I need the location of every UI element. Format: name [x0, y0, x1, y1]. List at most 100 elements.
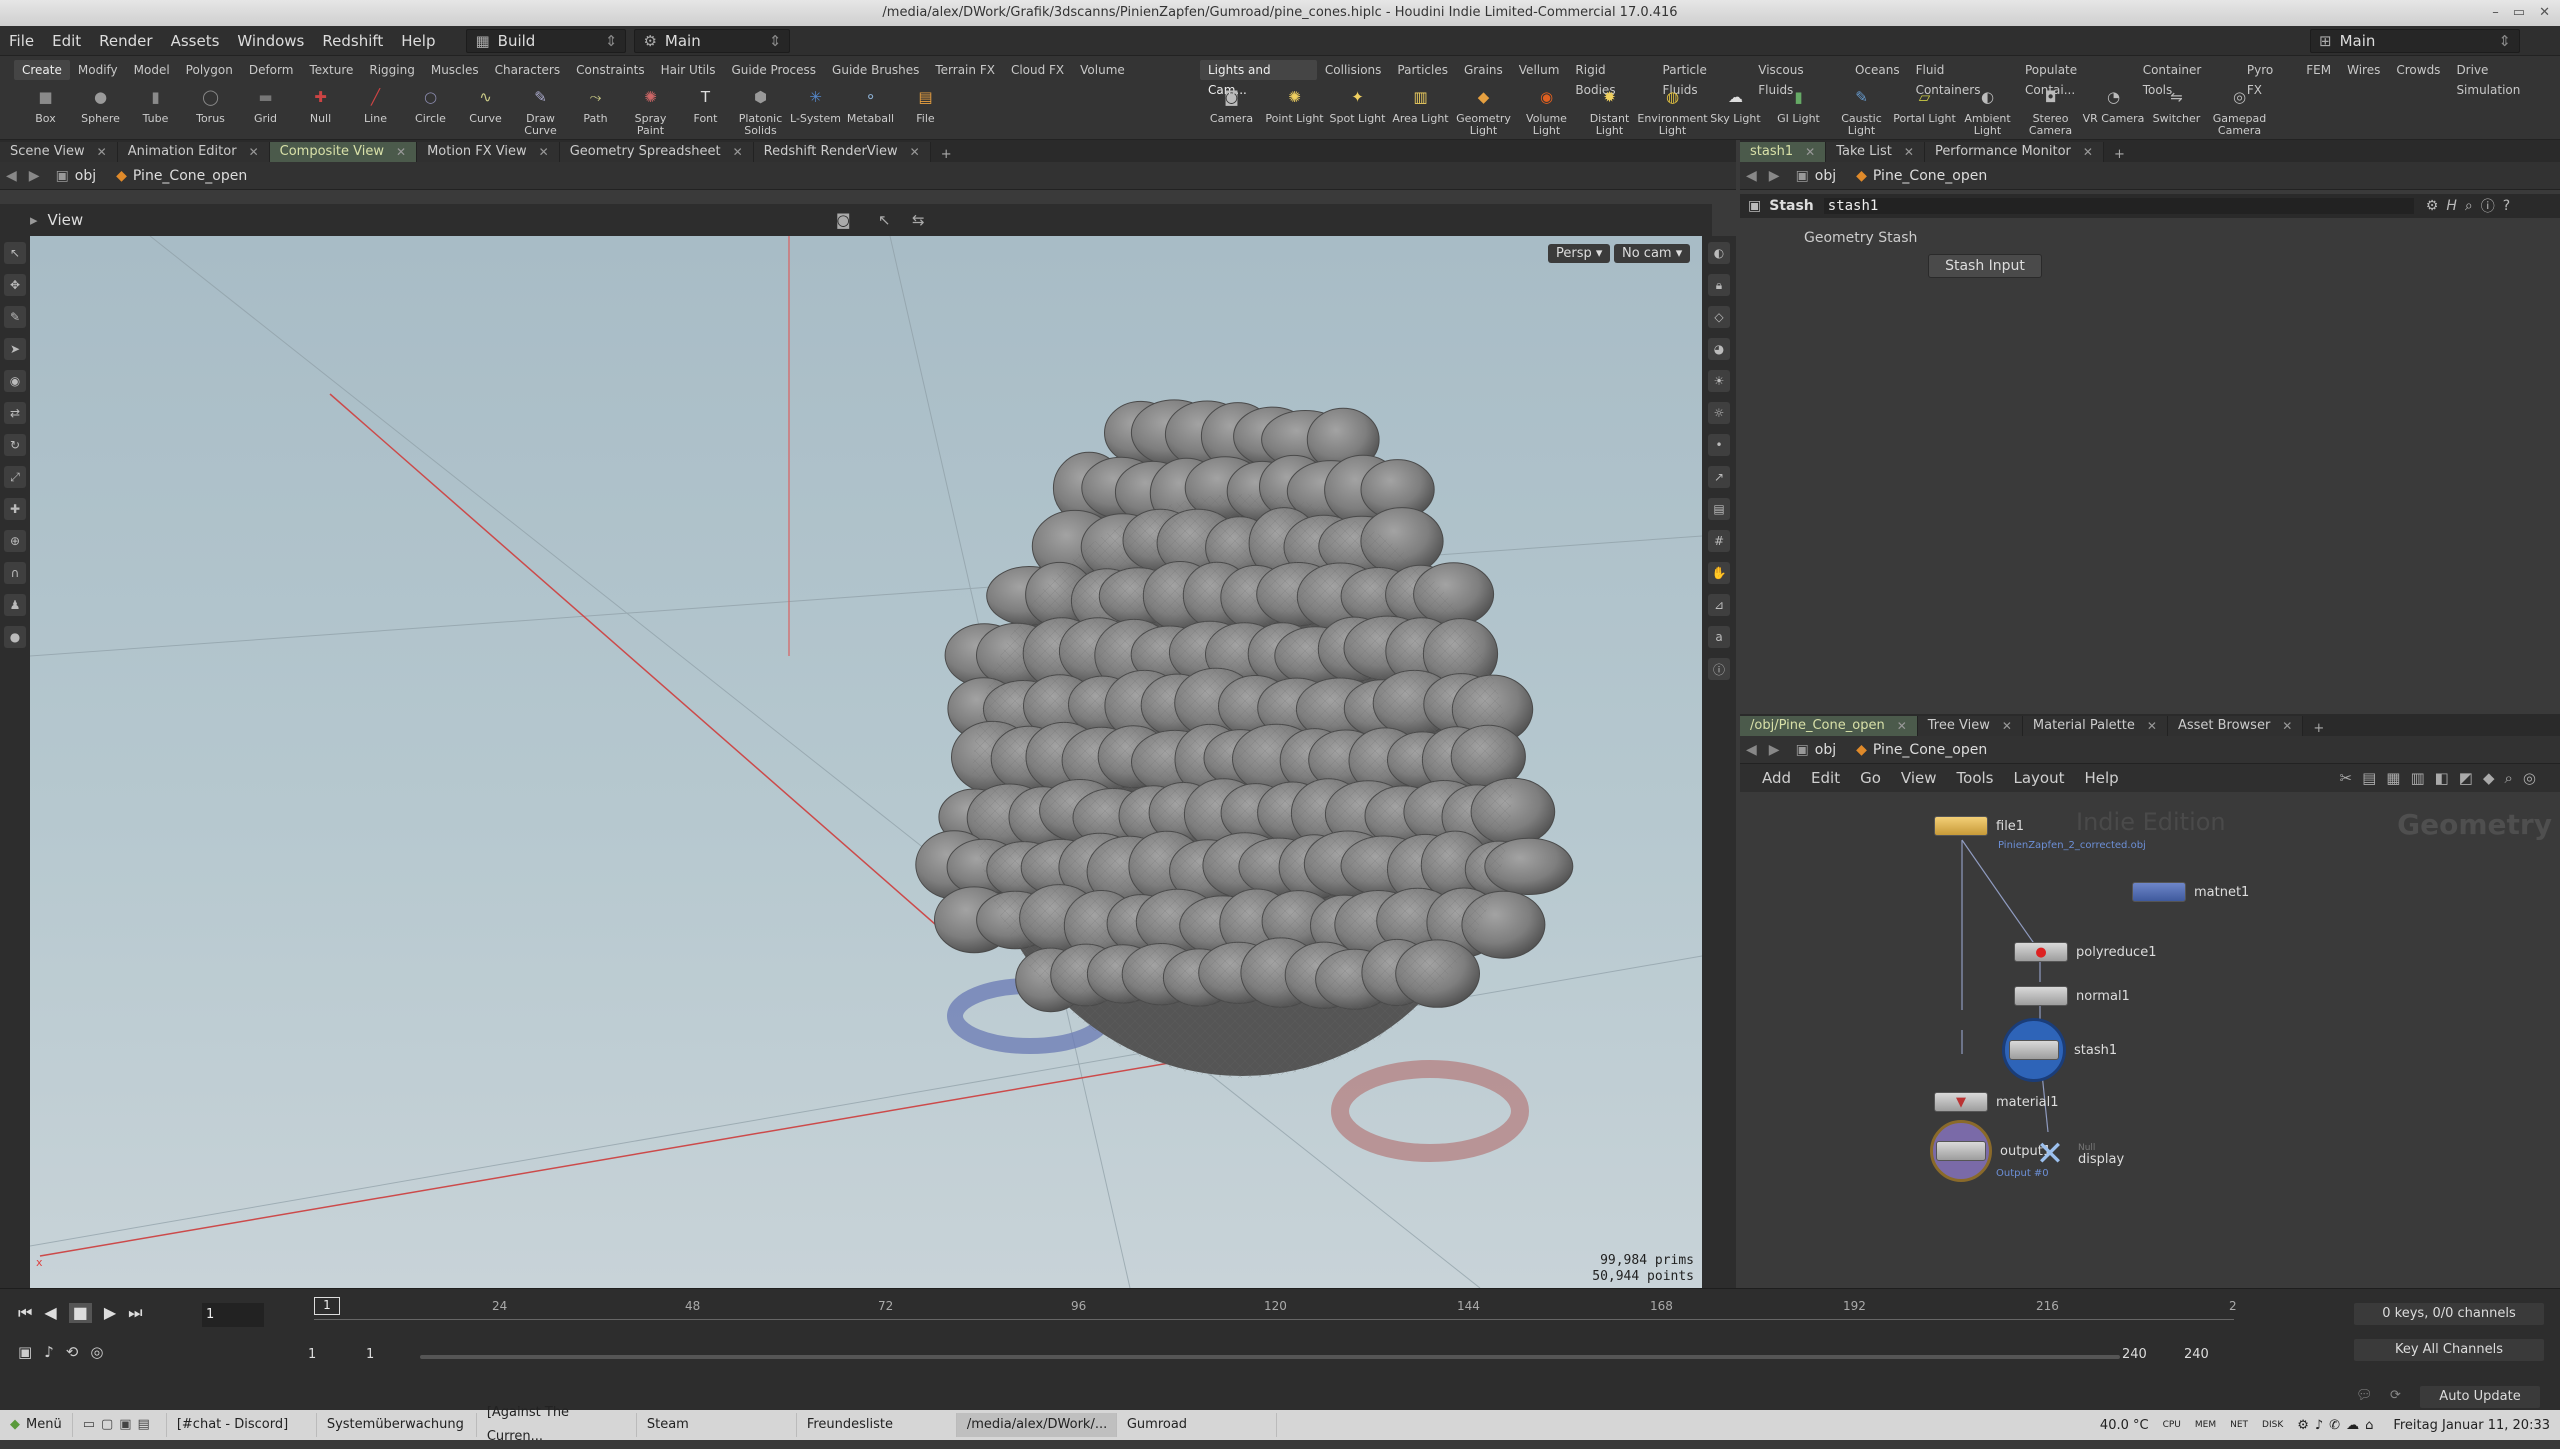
shelf-tool-torus[interactable]: ◯ Torus — [183, 82, 238, 138]
shelf-tab-volume[interactable]: Volume — [1072, 60, 1133, 80]
desktop-main-select[interactable]: ⚙ Main ⇕ — [634, 28, 791, 53]
shelf-tool-line[interactable]: ╱ Line — [348, 82, 403, 138]
tab-geometry-spreadsheet[interactable]: Geometry Spreadsheet ✕ — [559, 142, 754, 162]
snap-icon[interactable]: ⊕ — [4, 530, 26, 552]
tab-tree-view[interactable]: Tree View ✕ — [1917, 716, 2023, 736]
points-icon[interactable]: • — [1708, 434, 1730, 456]
add-tab-icon[interactable]: + — [931, 147, 962, 162]
shelf-tool-gi-light[interactable]: ▮ GI Light — [1767, 82, 1830, 138]
menu-windows[interactable]: Windows — [228, 32, 313, 50]
frame-marker[interactable]: 1 — [314, 1297, 340, 1315]
auto-update-select[interactable]: Auto Update — [2420, 1386, 2540, 1408]
shelf-tab-cloud-fx[interactable]: Cloud FX — [1003, 60, 1072, 80]
shelf-tab-texture[interactable]: Texture — [301, 60, 361, 80]
uv-icon[interactable]: ▤ — [1708, 498, 1730, 520]
shelf-tool-ambient-light[interactable]: ◐ Ambient Light — [1956, 82, 2019, 138]
ruler-icon[interactable]: ⊿ — [1708, 594, 1730, 616]
range-start-2[interactable]: 1 — [366, 1347, 374, 1362]
menu-edit[interactable]: Edit — [43, 32, 90, 50]
shelf-tab-drive-simulation[interactable]: Drive Simulation — [2448, 60, 2560, 97]
path-root[interactable]: ▣ obj — [46, 168, 107, 184]
node-name-field[interactable]: stash1 — [1823, 198, 2414, 214]
shelf-tab-create[interactable]: Create — [14, 60, 70, 80]
shelf-tool-stereo-camera[interactable]: ◘ Stereo Camera — [2019, 82, 2082, 138]
play-icon[interactable]: ▶ — [104, 1303, 116, 1323]
tab-composite-view[interactable]: Composite View ✕ — [269, 142, 418, 162]
task-discord[interactable]: [#chat - Discord] — [167, 1413, 317, 1437]
camera-menu[interactable]: No cam ▾ — [1614, 244, 1691, 263]
node-display[interactable]: ✕ Null display — [2030, 1134, 2124, 1174]
pin-icon[interactable]: ▸ — [30, 211, 38, 229]
tab-asset-browser[interactable]: Asset Browser ✕ — [2167, 716, 2304, 736]
tab-stash1[interactable]: stash1 ✕ — [1740, 142, 1827, 162]
menu-layout[interactable]: Layout — [2013, 769, 2064, 787]
task-steam[interactable]: Steam — [637, 1413, 797, 1437]
path-node[interactable]: ◆ Pine_Cone_open — [1846, 168, 1997, 184]
shelf-tool-font[interactable]: T Font — [678, 82, 733, 138]
shelf-tab-guide-process[interactable]: Guide Process — [723, 60, 824, 80]
tab-scene-view[interactable]: Scene View ✕ — [0, 142, 118, 162]
pose-icon[interactable]: ♟ — [4, 594, 26, 616]
text-icon[interactable]: a — [1708, 626, 1730, 648]
bulb-icon[interactable]: ☼ — [1708, 402, 1730, 424]
tab-network-path[interactable]: /obj/Pine_Cone_open ✕ — [1740, 716, 1918, 736]
shelf-tab-crowds[interactable]: Crowds — [2388, 60, 2448, 80]
shelf-tool-l-system[interactable]: ✳ L-System — [788, 82, 843, 138]
network-toolbar-icons[interactable]: ✂▤▦▥◧◩◆⌕◎ — [2340, 769, 2546, 787]
node-file1[interactable]: file1 — [1934, 816, 2024, 836]
close-icon[interactable]: ✕ — [2083, 142, 2093, 162]
transform-icon[interactable]: ⇆ — [912, 211, 925, 229]
shelf-tool-null[interactable]: ✚ Null — [293, 82, 348, 138]
shelf-tool-box[interactable]: ■ Box — [18, 82, 73, 138]
shelf-tool-metaball[interactable]: ⚬ Metaball — [843, 82, 898, 138]
select-tool-icon[interactable]: ↖ — [878, 211, 891, 229]
hand-icon[interactable]: ✋ — [1708, 562, 1730, 584]
menu-view[interactable]: View — [1901, 769, 1937, 787]
shelf-tool-vr-camera[interactable]: ◔ VR Camera — [2082, 82, 2145, 138]
shelf-tab-polygon[interactable]: Polygon — [178, 60, 241, 80]
shelf-tool-gamepad-camera[interactable]: ◎ Gamepad Camera — [2208, 82, 2271, 138]
paint-icon[interactable]: ● — [4, 626, 26, 648]
normals-icon[interactable]: ↗ — [1708, 466, 1730, 488]
menu-redshift[interactable]: Redshift — [313, 32, 392, 50]
path-root[interactable]: ▣ obj — [1786, 742, 1847, 758]
hda-icon[interactable]: H — [2446, 198, 2457, 214]
menu-help[interactable]: Help — [2084, 769, 2118, 787]
shelf-tab-collisions[interactable]: Collisions — [1317, 60, 1390, 80]
shelf-tool-tube[interactable]: ▮ Tube — [128, 82, 183, 138]
task-gumroad[interactable]: Gumroad — [1117, 1413, 1277, 1437]
node-polyreduce1[interactable]: ● polyreduce1 — [2014, 942, 2156, 962]
tab-take-list[interactable]: Take List ✕ — [1826, 142, 1925, 162]
shelf-tool-file[interactable]: ▤ File — [898, 82, 953, 138]
info-icon[interactable]: ⓘ — [2481, 196, 2495, 216]
task-against-the-current[interactable]: [Against The Curren... — [477, 1405, 637, 1444]
shelf-tool-area-light[interactable]: ▥ Area Light — [1389, 82, 1452, 138]
forward-arrow-icon[interactable]: ▶ — [1763, 168, 1786, 184]
add-tab-icon[interactable]: + — [2303, 721, 2334, 736]
tab-redshift-renderview[interactable]: Redshift RenderView ✕ — [753, 142, 931, 162]
brush-icon[interactable]: ✎ — [4, 306, 26, 328]
menu-add[interactable]: Add — [1762, 769, 1791, 787]
shelf-tab-lights-and-cam[interactable]: Lights and Cam... — [1200, 60, 1317, 97]
shelf-tool-point-light[interactable]: ✺ Point Light — [1263, 82, 1326, 138]
tab-motion-fx-view[interactable]: Motion FX View ✕ — [417, 142, 560, 162]
shelf-tool-path[interactable]: ⤳ Path — [568, 82, 623, 138]
menu-file[interactable]: File — [0, 32, 43, 50]
stash-input-button[interactable]: Stash Input — [1928, 254, 2042, 278]
task-houdini[interactable]: /media/alex/DWork/... — [956, 1413, 1117, 1437]
tab-performance-monitor[interactable]: Performance Monitor ✕ — [1924, 142, 2104, 162]
close-icon[interactable]: ✕ — [2147, 716, 2157, 736]
close-icon[interactable]: ✕ — [97, 142, 107, 162]
shelf-tool-sky-light[interactable]: ☁ Sky Light — [1704, 82, 1767, 138]
loop-icon[interactable]: ⟲ — [66, 1343, 79, 1361]
close-icon[interactable]: ✕ — [2539, 0, 2550, 26]
shelf-tab-fluid-containers[interactable]: Fluid Containers — [1908, 60, 2017, 97]
shelf-tab-characters[interactable]: Characters — [487, 60, 569, 80]
step-back-icon[interactable]: ◀ — [44, 1303, 56, 1323]
forward-arrow-icon[interactable]: ▶ — [1763, 742, 1786, 758]
light-icon[interactable]: ☀ — [1708, 370, 1730, 392]
back-arrow-icon[interactable]: ◀ — [0, 168, 23, 184]
path-node[interactable]: ◆ Pine_Cone_open — [106, 168, 257, 184]
start-menu-button[interactable]: ◆ Menü — [0, 1413, 73, 1437]
shelf-tab-modify[interactable]: Modify — [70, 60, 126, 80]
